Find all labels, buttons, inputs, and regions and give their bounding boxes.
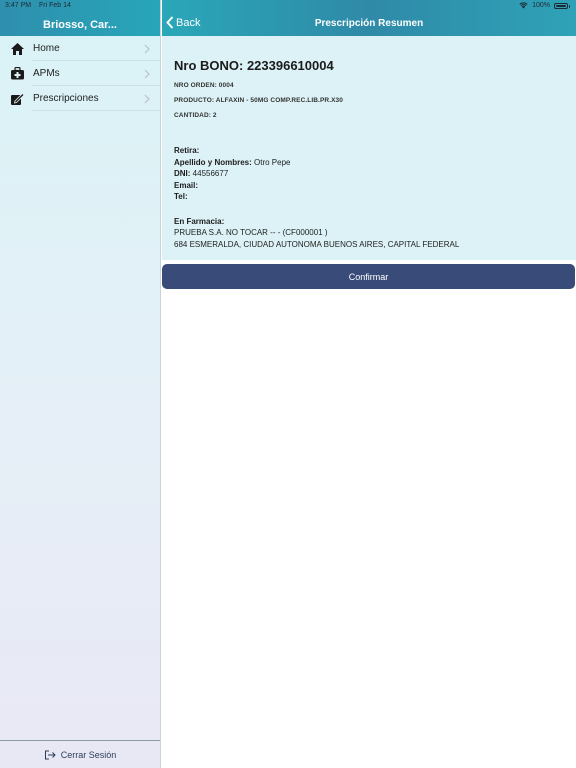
name-value: Otro Pepe <box>251 157 291 167</box>
battery-percent: 100% <box>532 2 550 9</box>
logout-icon <box>44 750 56 760</box>
status-time: 3:47 PM <box>5 2 32 9</box>
sidebar-item-label: Prescripciones <box>33 93 99 104</box>
tel-label: Tel: <box>174 192 188 201</box>
product: PRODUCTO: ALFAXIN - 50MG COMP.REC.LIB.PR… <box>174 97 343 104</box>
wifi-icon <box>519 2 528 9</box>
sidebar-item-prescripciones[interactable]: Prescripciones <box>0 86 160 111</box>
name-label: Apellido y Nombres: <box>174 157 252 167</box>
edit-icon <box>9 91 25 107</box>
sidebar-item-label: APMs <box>33 68 60 79</box>
pharmacy-label: En Farmacia: <box>174 216 225 226</box>
chevron-right-icon <box>140 42 154 56</box>
sidebar-item-home[interactable]: Home <box>0 36 160 61</box>
bono-number: Nro BONO: 223396610004 <box>174 58 334 73</box>
pickup-label: Retira: <box>174 146 200 155</box>
sidebar-item-apms[interactable]: APMs <box>0 61 160 86</box>
status-date: Fri Feb 14 <box>39 2 71 9</box>
pharmacy-info: En Farmacia: PRUEBA S.A. NO TOCAR -- - (… <box>174 216 564 251</box>
pharmacy-address: 684 ESMERALDA, CIUDAD AUTONOMA BUENOS AI… <box>174 239 460 249</box>
sidebar-item-label: Home <box>33 43 60 54</box>
pharmacy-name: PRUEBA S.A. NO TOCAR -- - (CF000001 ) <box>174 228 328 237</box>
main-panel: Back Prescripción Resumen Nro BONO: 2233… <box>162 0 576 768</box>
chevron-right-icon <box>140 92 154 106</box>
status-bar: 3:47 PM Fri Feb 14 100% <box>0 0 576 12</box>
dni-label: DNI: <box>174 169 191 178</box>
prescription-summary: Nro BONO: 223396610004 NRO ORDEN: 0004 P… <box>162 36 576 260</box>
email-label: Email: <box>174 180 199 190</box>
pickup-info: Retira: Apellido y Nombres: Otro Pepe DN… <box>174 145 564 203</box>
page-title: Prescripción Resumen <box>314 18 424 29</box>
dni-value: 44556677 <box>190 169 229 178</box>
confirm-button[interactable]: Confirmar <box>162 264 575 289</box>
sidebar-nav: Home APMs Prescripciones <box>0 36 160 111</box>
home-icon <box>9 41 25 57</box>
battery-icon <box>554 2 570 9</box>
logout-label: Cerrar Sesión <box>60 749 117 760</box>
quantity: CANTIDAD: 2 <box>174 112 217 119</box>
order-number: NRO ORDEN: 0004 <box>174 82 234 89</box>
chevron-right-icon <box>140 67 154 81</box>
logout-button[interactable]: Cerrar Sesión <box>0 740 160 768</box>
medkit-icon <box>9 66 25 82</box>
sidebar: Briosso, Car... Home APMs Prescripciones… <box>0 0 161 768</box>
